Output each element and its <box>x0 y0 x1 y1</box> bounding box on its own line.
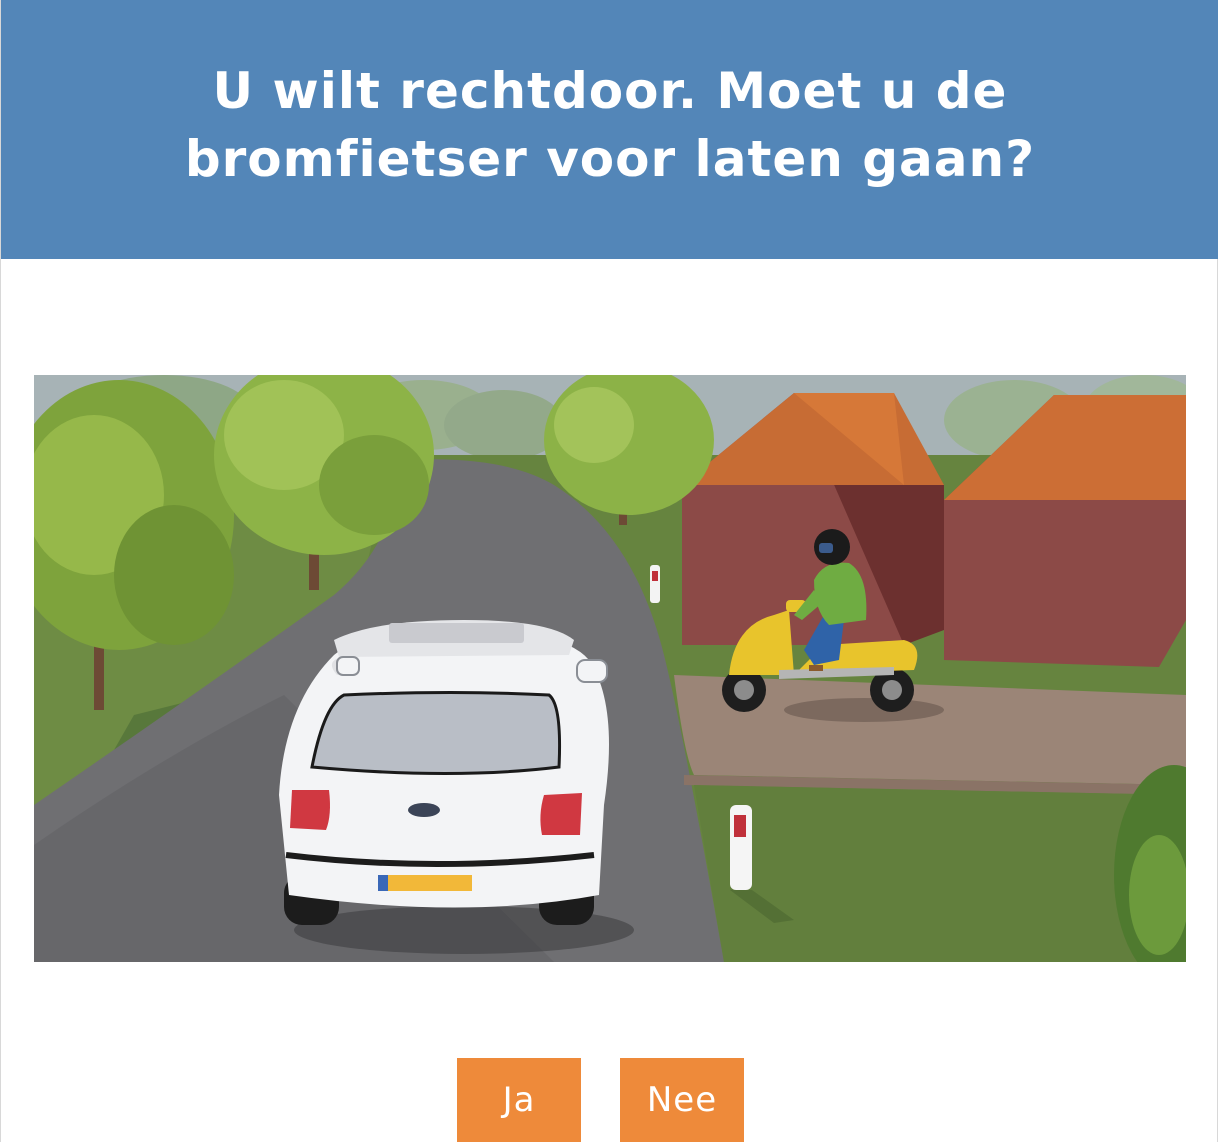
question-text: U wilt rechtdoor. Moet u de bromfietser … <box>184 61 1036 188</box>
white-car <box>279 620 634 954</box>
answer-buttons: Ja Nee <box>1 1058 1218 1142</box>
quiz-page: U wilt rechtdoor. Moet u de bromfietser … <box>0 0 1218 1142</box>
traffic-scene-illustration <box>34 375 1186 962</box>
traffic-scene-svg <box>34 375 1186 962</box>
answer-nee-button[interactable]: Nee <box>620 1058 744 1142</box>
answer-ja-button[interactable]: Ja <box>457 1058 581 1142</box>
question-header: U wilt rechtdoor. Moet u de bromfietser … <box>1 0 1218 259</box>
reflector-post-far <box>650 565 660 603</box>
grass-right <box>694 785 1186 962</box>
